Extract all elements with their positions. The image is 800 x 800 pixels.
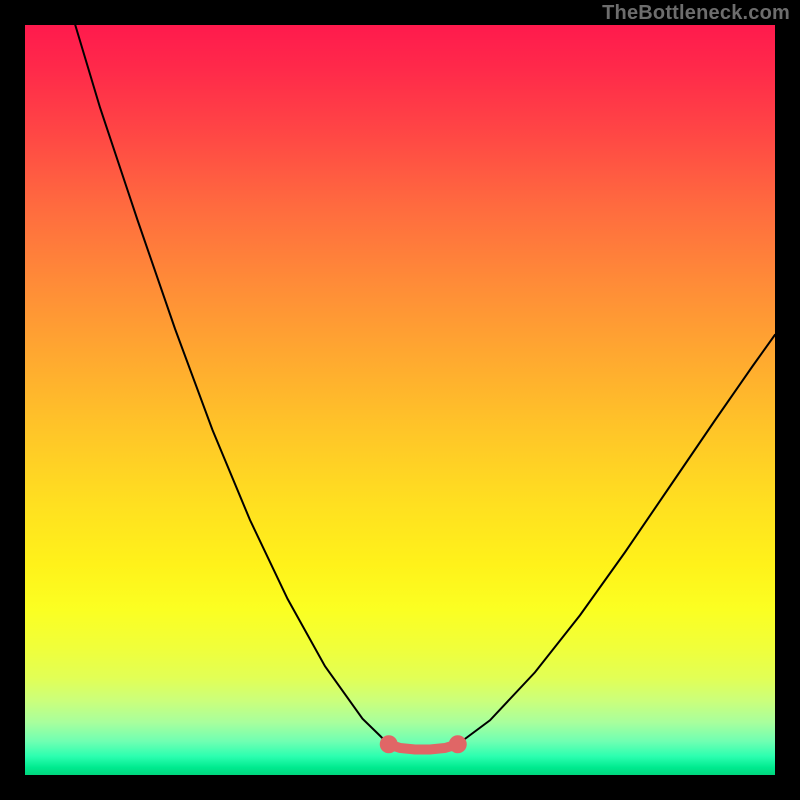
left-curve-path <box>75 25 389 744</box>
flat-endpoint-left <box>380 735 398 753</box>
watermark-text: TheBottleneck.com <box>602 2 790 25</box>
flat-endpoint-right <box>449 735 467 753</box>
chart-plot-area <box>25 25 775 775</box>
chart-curves <box>25 25 775 775</box>
chart-frame: TheBottleneck.com <box>0 0 800 800</box>
right-curve-path <box>458 335 775 745</box>
flat-bottom-path <box>389 744 458 749</box>
